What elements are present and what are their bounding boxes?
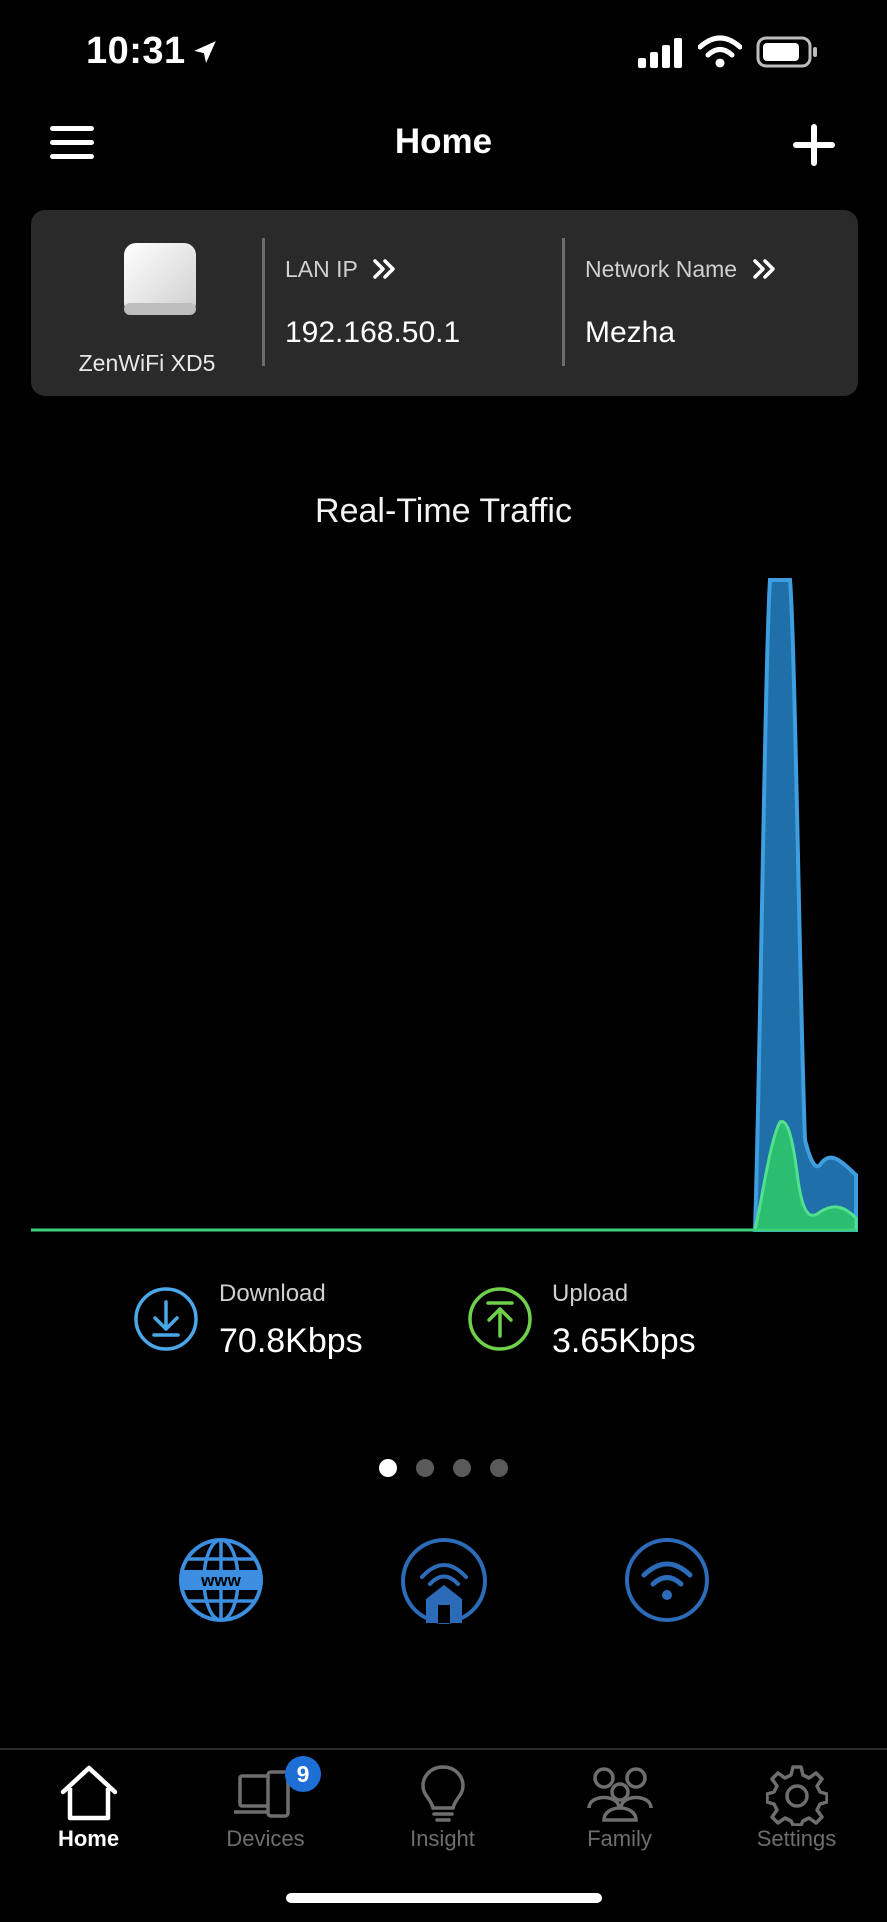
upload-label: Upload [552, 1280, 629, 1307]
svg-text:www: www [200, 1571, 241, 1590]
router-model: ZenWiFi XD5 [78, 350, 216, 376]
nav-label: Family [587, 1826, 652, 1851]
family-icon [586, 1767, 653, 1822]
lan-ip-link[interactable]: LAN IP [285, 256, 398, 283]
devices-badge: 9 [285, 1756, 321, 1792]
divider [262, 238, 265, 366]
upload-value: 3.65Kbps [552, 1322, 696, 1360]
wifi-icon[interactable] [624, 1537, 710, 1623]
download-label: Download [219, 1280, 326, 1307]
lan-ip-label: LAN IP [285, 256, 358, 282]
nav-label: Devices [226, 1826, 305, 1851]
lightbulb-icon [420, 1765, 465, 1822]
upload-icon [468, 1287, 532, 1351]
nav-label: Settings [756, 1826, 837, 1851]
cellular-signal-icon [638, 38, 682, 68]
divider [562, 238, 565, 366]
traffic-chart [31, 578, 858, 1232]
home-indicator [286, 1893, 602, 1903]
double-chevron-right-icon [373, 259, 395, 279]
nav-family[interactable]: Family [531, 1750, 708, 1870]
nav-settings[interactable]: Settings [708, 1750, 885, 1870]
router-card[interactable]: ZenWiFi XD5 LAN IP 192.168.50.1 Network … [31, 210, 858, 396]
page-dot[interactable] [490, 1459, 508, 1477]
nav-devices[interactable]: 9 Devices [177, 1750, 354, 1870]
www-globe-icon[interactable]: www [178, 1537, 264, 1623]
location-arrow-icon [193, 41, 216, 63]
status-time: 10:31 [86, 30, 218, 73]
double-chevron-right-icon [752, 259, 775, 279]
nav-home[interactable]: Home [0, 1750, 177, 1870]
nav-label: Insight [410, 1826, 475, 1851]
home-icon [60, 1765, 117, 1821]
page-title: Home [394, 122, 493, 161]
page-dot[interactable] [379, 1459, 397, 1477]
router-device-icon [124, 243, 196, 315]
network-name-link[interactable]: Network Name [585, 256, 778, 283]
gear-icon [765, 1765, 828, 1826]
network-name-label: Network Name [585, 256, 738, 282]
nav-label: Home [57, 1826, 120, 1851]
download-icon [134, 1287, 198, 1351]
download-traffic-area [752, 578, 858, 1232]
network-name-value: Mezha [585, 316, 676, 349]
add-icon[interactable] [793, 124, 835, 166]
nav-insight[interactable]: Insight [354, 1750, 531, 1870]
home-network-icon[interactable] [400, 1537, 488, 1625]
download-value: 70.8Kbps [219, 1322, 363, 1360]
lan-ip-value: 192.168.50.1 [285, 316, 461, 349]
page-dot[interactable] [453, 1459, 471, 1477]
page-dot[interactable] [416, 1459, 434, 1477]
traffic-title: Real-Time Traffic [315, 492, 572, 530]
battery-icon [756, 36, 817, 68]
wifi-status-icon [698, 35, 742, 68]
